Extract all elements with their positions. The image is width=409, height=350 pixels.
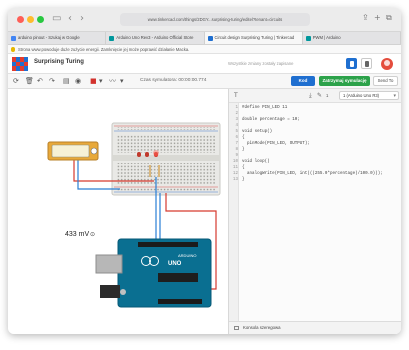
multimeter-dial-icon[interactable]: ⊙ [90,231,95,238]
browser-tab-tinkercad[interactable]: Circuit design Surprising Turing | Tinke… [204,32,303,44]
share-icon[interactable]: ⇪ [362,13,369,22]
chevron-down-icon[interactable]: ▾ [120,77,124,85]
browser-tab-pwm[interactable]: PWM | Arduino [303,32,401,44]
tinkercad-favicon-icon [207,36,213,41]
new-tab-icon[interactable]: + [374,13,381,22]
forward-arrow-icon[interactable]: › [80,13,84,24]
google-favicon-icon [11,36,16,41]
svg-text:ARDUINO: ARDUINO [178,253,196,258]
minimize-window-button[interactable] [27,16,34,23]
tab-label: Arduino Uno Rev3 - Arduino Official Stor… [116,35,194,40]
browser-tab-google[interactable]: arduino pinout - Szukaj w Google [8,32,107,44]
serial-monitor-icon [234,326,239,330]
download-icon[interactable]: ⤓ [309,92,312,100]
tab-label: PWM | Arduino [312,35,341,40]
stop-simulation-button[interactable]: Zatrzymaj symulację [319,76,370,86]
maximize-window-button[interactable] [37,16,44,23]
svg-text:UNO: UNO [168,261,182,267]
undo-icon[interactable]: ↶ [37,77,43,85]
resistor-1[interactable] [149,165,151,177]
app-header: Surprising Turing Wszystkie zmiany zosta… [8,54,401,74]
code-button[interactable]: Kod [291,76,315,86]
schematic-view-button[interactable] [361,58,372,69]
code-line: 13} [232,178,245,182]
close-window-button[interactable] [17,16,24,23]
chevron-down-icon[interactable]: ▾ [99,77,103,85]
note-icon[interactable]: ▤ [63,77,70,85]
send-to-button[interactable]: Send To [373,76,398,86]
led-1[interactable] [137,152,141,157]
redo-icon[interactable]: ↷ [49,77,55,85]
code-area[interactable]: 1 #define PIN_LED 11 2 3 double percentage… [229,103,401,321]
wire-color-icon[interactable]: ■ [90,77,97,85]
circuit-drawing: UNO ARDUINO [47,122,221,308]
arduino-uno-board[interactable]: UNO ARDUINO [95,238,212,308]
save-status: Wszystkie zmiany zostały zapisane [228,61,294,66]
tab-overview-icon[interactable]: ⧉ [386,13,392,23]
text-mode-icon[interactable]: T [234,92,238,99]
breadboard[interactable] [111,122,221,196]
editor-toolbar: ⟳ 🗑 ↶ ↷ ▤ ◉ ■ ▾ 〰 ▾ Czas symulatora: 00:… [8,74,401,89]
led-2[interactable] [145,152,149,157]
visibility-icon[interactable]: ◉ [75,77,81,85]
browser-window: ▭ ‹ › www.tinkercad.com/things/2DGY...su… [8,8,401,334]
browser-titlebar: ▭ ‹ › www.tinkercad.com/things/2DGY...su… [8,8,401,32]
arduino-favicon-icon [109,36,115,41]
file-number: 1 [326,93,329,98]
lightbulb-icon [11,47,15,52]
debug-icon[interactable]: ✎ [317,92,322,99]
multimeter[interactable] [47,141,99,161]
delete-icon[interactable]: 🗑 [25,77,34,85]
board-select[interactable]: 1 (Arduino Uno R3) [339,91,399,100]
arduino-favicon-icon [305,36,311,41]
address-bar[interactable]: www.tinkercad.com/things/2DGY...surprisi… [120,13,310,26]
back-arrow-icon[interactable]: ‹ [68,13,72,24]
code-panel-toolbar: T ⤓ ✎ 1 1 (Arduino Uno R3) [229,89,401,103]
project-title[interactable]: Surprising Turing [34,59,84,65]
circuit-view-button[interactable] [346,58,357,69]
browser-tab-strip: arduino pinout - Szukaj w Google Arduino… [8,32,401,45]
code-editor-panel: T ⤓ ✎ 1 1 (Arduino Uno R3) 1#define PIN_… [228,89,401,334]
tinkercad-logo[interactable] [12,57,28,71]
serial-monitor-toggle[interactable]: Konsola szeregowa [229,321,401,334]
resistor-2[interactable] [158,165,160,177]
tab-label: arduino pinout - Szukaj w Google [18,35,80,40]
circuit-canvas[interactable]: UNO ARDUINO 433 mV ⊙ [8,89,228,334]
simulation-time: Czas symulatora: 00:00:00.774 [140,78,207,83]
browser-tab-arduino-store[interactable]: Arduino Uno Rev3 - Arduino Official Stor… [106,32,205,44]
multimeter-reading: 433 mV [65,231,90,238]
wire-type-icon[interactable]: 〰 [109,77,116,85]
sidebar-toggle-icon[interactable]: ▭ [52,13,61,24]
rotate-icon[interactable]: ⟳ [13,77,19,85]
avatar[interactable] [381,58,393,70]
serial-monitor-label: Konsola szeregowa [243,325,281,330]
tab-label: Circuit design Surprising Turing | Tinke… [214,35,295,40]
energy-info-bar: Strona www.powoduje duże zużycie energii… [8,45,401,54]
energy-info-text: Strona www.powoduje duże zużycie energii… [18,47,190,52]
